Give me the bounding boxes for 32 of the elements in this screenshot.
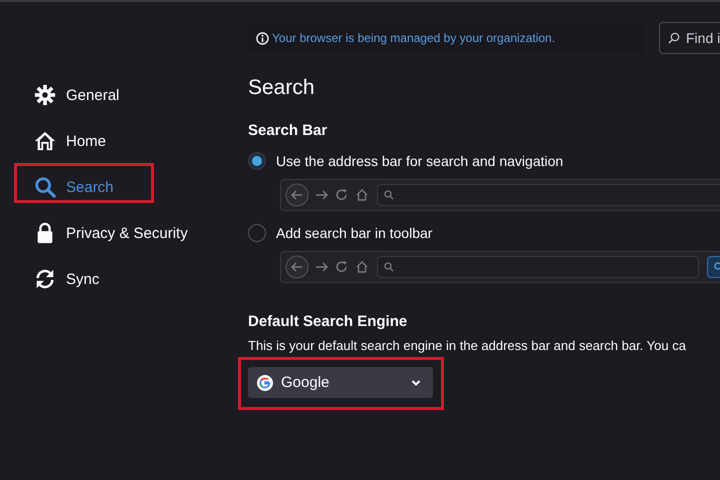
find-field[interactable]: Find i xyxy=(659,22,720,54)
forward-arrow-icon xyxy=(315,260,329,274)
search-icon xyxy=(384,262,394,272)
reload-icon xyxy=(335,188,349,202)
info-icon xyxy=(256,32,269,44)
page-title: Search xyxy=(248,76,315,101)
search-icon xyxy=(384,190,394,200)
sidebar-item[interactable]: Privacy & Security xyxy=(0,210,248,256)
radio-option[interactable]: Add search bar in toolbar xyxy=(248,219,432,247)
chevron-down-icon xyxy=(411,378,421,386)
description-text: This is your default search engine in the address bar and search bar. You ca xyxy=(248,338,686,353)
sidebar-item[interactable]: Search xyxy=(0,164,248,210)
radio-option[interactable]: Use the address bar for search and navigation xyxy=(248,147,564,175)
radio-button[interactable] xyxy=(248,152,266,170)
home-icon xyxy=(355,188,369,202)
notice-link[interactable]: Your browser is being managed by your organization. xyxy=(272,31,556,45)
home-icon xyxy=(34,130,56,152)
radio-button[interactable] xyxy=(248,224,266,242)
sidebar-item[interactable]: General xyxy=(0,72,248,118)
section-heading: Search Bar xyxy=(248,122,328,139)
google-logo-icon xyxy=(257,374,273,390)
gear-icon xyxy=(34,84,56,106)
section-heading: Default Search Engine xyxy=(248,313,408,330)
home-icon xyxy=(355,260,369,274)
search-icon xyxy=(668,32,680,44)
search-icon xyxy=(34,176,56,198)
reload-icon xyxy=(335,260,349,274)
sidebar-item[interactable]: Home xyxy=(0,118,248,164)
sync-icon xyxy=(34,268,56,290)
search-engine-dropdown[interactable]: Google xyxy=(248,367,433,398)
sidebar-item[interactable]: Sync xyxy=(0,256,248,302)
forward-arrow-icon xyxy=(315,188,329,202)
